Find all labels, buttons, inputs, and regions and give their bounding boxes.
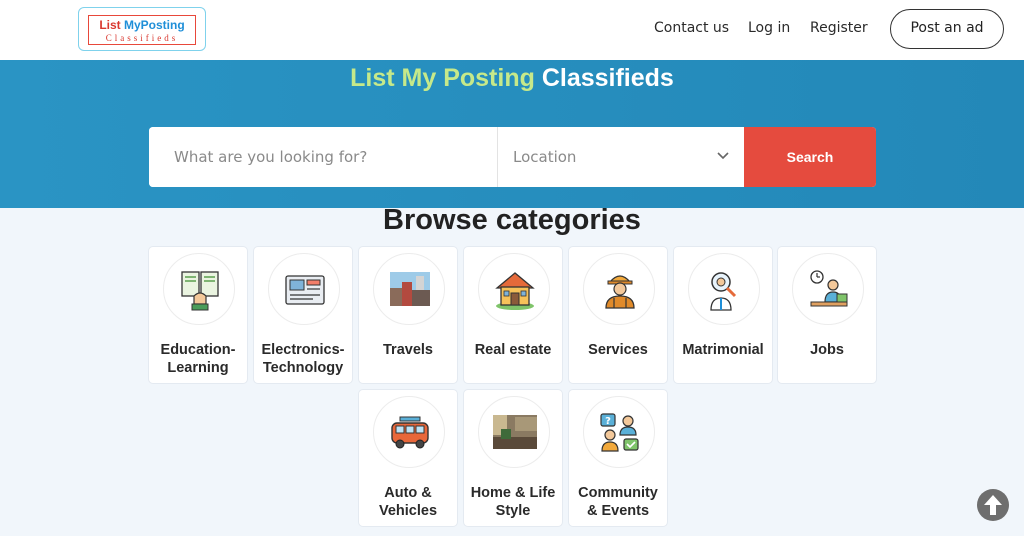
search-input[interactable]: [149, 127, 497, 187]
category-label: Matrimonial: [682, 342, 764, 358]
scroll-to-top-button[interactable]: [977, 489, 1009, 521]
category-label: Real estate: [474, 342, 552, 358]
category-card-jobs[interactable]: Jobs: [777, 246, 877, 384]
location-select[interactable]: Location: [498, 127, 744, 187]
travels-icon: [390, 272, 430, 306]
category-card-matrimonial[interactable]: Matrimonial: [673, 246, 773, 384]
hero-title-main: List My Posting: [350, 64, 535, 92]
search-button[interactable]: Search: [744, 127, 876, 187]
auto-vehicles-icon: [391, 416, 429, 449]
category-card-auto-vehicles[interactable]: Auto & Vehicles: [358, 389, 458, 527]
arrow-up-icon: [984, 495, 1002, 515]
hero-title-sub: Classifieds: [541, 64, 674, 92]
search-bar: Location Search: [149, 127, 876, 187]
category-icon-circle: [478, 396, 550, 468]
logo-frame: List MyPosting Classifieds: [88, 15, 196, 45]
hero-banner: List My Posting Classifieds Location Sea…: [0, 60, 1024, 208]
logo-word-list: List: [99, 18, 124, 32]
chevron-down-icon: [717, 152, 729, 160]
category-label: Auto & Vehicles: [378, 485, 438, 519]
category-icon-circle: ?: [583, 396, 655, 468]
category-card-community-events[interactable]: ? Community & Events: [568, 389, 668, 527]
nav-register-link[interactable]: Register: [810, 20, 868, 36]
svg-text:?: ?: [605, 416, 611, 427]
real-estate-icon: [495, 272, 535, 310]
category-icon-circle: [373, 396, 445, 468]
category-label: Jobs: [810, 342, 844, 358]
nav-login-link[interactable]: Log in: [748, 20, 790, 36]
community-events-icon: ?: [600, 413, 639, 452]
category-label: Education- Learning: [160, 342, 236, 376]
jobs-icon: [810, 270, 848, 307]
logo-word-myposting: MyPosting: [124, 18, 185, 32]
category-label: Travels: [383, 342, 433, 358]
category-label: Home & Life Style: [470, 485, 556, 519]
category-icon-circle: [373, 253, 445, 325]
category-label: Community & Events: [578, 485, 658, 519]
category-icon-circle: [268, 253, 340, 325]
location-placeholder: Location: [513, 148, 577, 166]
matrimonial-icon: [710, 272, 737, 311]
category-card-electronics[interactable]: Electronics- Technology: [253, 246, 353, 384]
category-label: Electronics- Technology: [261, 342, 345, 376]
category-card-real-estate[interactable]: Real estate: [463, 246, 563, 384]
site-header: List MyPosting Classifieds Contact us Lo…: [0, 0, 1024, 60]
category-icon-circle: [163, 253, 235, 325]
services-icon: [605, 275, 635, 309]
browse-categories-title: Browse categories: [383, 204, 641, 236]
hero-title: List My Posting Classifieds: [0, 64, 1024, 93]
category-card-services[interactable]: Services: [568, 246, 668, 384]
logo-subtitle: Classifieds: [105, 33, 179, 43]
home-lifestyle-icon: [493, 415, 537, 449]
site-logo[interactable]: List MyPosting Classifieds: [78, 7, 206, 51]
education-icon: [181, 271, 219, 311]
category-card-education[interactable]: Education- Learning: [148, 246, 248, 384]
nav-contact-link[interactable]: Contact us: [654, 20, 729, 36]
logo-wordmark: List MyPosting: [89, 18, 195, 32]
category-card-home-lifestyle[interactable]: Home & Life Style: [463, 389, 563, 527]
category-card-travels[interactable]: Travels: [358, 246, 458, 384]
category-label: Services: [588, 342, 648, 358]
electronics-icon: [285, 275, 325, 305]
post-ad-button[interactable]: Post an ad: [890, 9, 1004, 49]
category-icon-circle: [688, 253, 760, 325]
category-icon-circle: [478, 253, 550, 325]
category-icon-circle: [583, 253, 655, 325]
category-icon-circle: [792, 253, 864, 325]
